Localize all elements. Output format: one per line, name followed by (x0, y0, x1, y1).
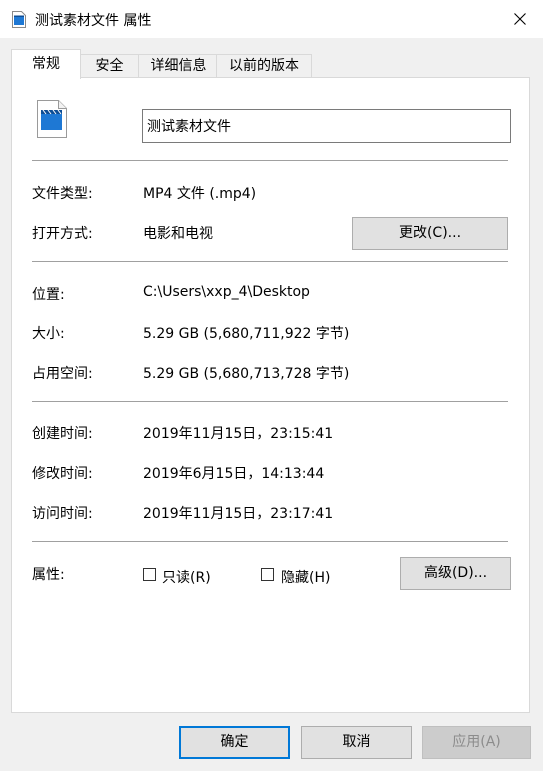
hidden-label[interactable]: 隐藏(H) (281, 567, 330, 587)
tab-details[interactable]: 详细信息 (138, 54, 219, 78)
size-on-disk-value: 5.29 GB (5,680,713,728 字节) (143, 366, 350, 382)
close-icon (514, 13, 526, 25)
open-with-value: 电影和电视 (143, 226, 213, 242)
separator (32, 160, 508, 161)
close-button[interactable] (497, 0, 543, 38)
size-label: 大小: (32, 326, 65, 342)
attributes-label: 属性: (32, 567, 65, 583)
modified-label: 修改时间: (32, 466, 93, 482)
hidden-checkbox[interactable] (261, 568, 274, 581)
file-type-label: 文件类型: (32, 186, 93, 202)
separator (32, 541, 508, 542)
window-title: 测试素材文件 属性 (35, 13, 152, 29)
open-with-label: 打开方式: (32, 226, 93, 242)
video-file-icon (37, 100, 67, 138)
separator (32, 401, 508, 402)
tab-previous-versions[interactable]: 以前的版本 (216, 54, 312, 78)
accessed-value: 2019年11月15日，23:17:41 (143, 506, 334, 522)
title-bar: 测试素材文件 属性 (0, 0, 543, 38)
accessed-label: 访问时间: (32, 506, 93, 522)
general-panel (11, 77, 530, 713)
file-type-value: MP4 文件 (.mp4) (143, 186, 257, 202)
tab-general[interactable]: 常规 (11, 49, 81, 79)
modified-value: 2019年6月15日，14:13:44 (143, 466, 325, 482)
size-on-disk-label: 占用空间: (32, 366, 93, 382)
advanced-button[interactable]: 高级(D)... (400, 557, 511, 590)
change-button[interactable]: 更改(C)... (352, 217, 508, 250)
apply-button[interactable]: 应用(A) (422, 726, 531, 759)
created-label: 创建时间: (32, 426, 93, 442)
file-name-input[interactable] (142, 109, 511, 143)
cancel-button[interactable]: 取消 (301, 726, 412, 759)
location-label: 位置: (32, 287, 65, 303)
separator (32, 261, 508, 262)
ok-button[interactable]: 确定 (179, 726, 290, 759)
tab-security[interactable]: 安全 (78, 54, 141, 78)
video-file-icon (12, 11, 26, 28)
created-value: 2019年11月15日，23:15:41 (143, 426, 334, 442)
readonly-checkbox[interactable] (143, 568, 156, 581)
location-value: C:\Users\xxp_4\Desktop (143, 284, 310, 300)
readonly-label[interactable]: 只读(R) (162, 567, 211, 587)
size-value: 5.29 GB (5,680,711,922 字节) (143, 326, 350, 342)
